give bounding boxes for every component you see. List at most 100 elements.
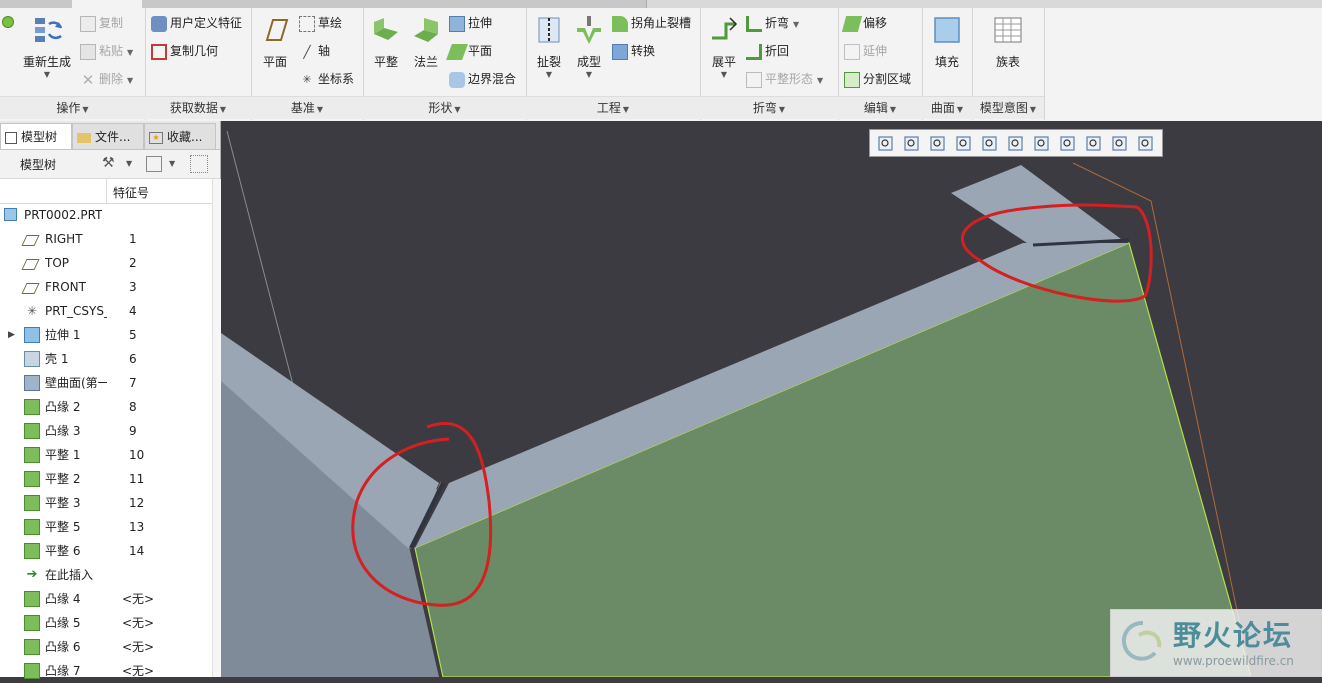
tree-row[interactable]: RIGHT 1 — [0, 227, 212, 251]
rip-button[interactable]: 扯裂 ▼ — [530, 14, 568, 80]
datum-display-icon[interactable] — [1058, 134, 1078, 154]
ribbon-tab-active[interactable] — [72, 0, 143, 8]
chevron-down-icon[interactable]: ▼ — [126, 159, 132, 168]
tree-scrollbar[interactable] — [212, 179, 221, 677]
tree-row[interactable]: 壳 1 6 — [0, 347, 212, 371]
extrude-button[interactable]: 拉伸 — [449, 12, 492, 34]
udf-button[interactable]: 用户定义特征 — [151, 12, 242, 34]
copy-button[interactable]: 复制 — [80, 12, 123, 34]
chevron-down-icon[interactable]: ▼ — [793, 20, 799, 29]
zoom-in-icon[interactable] — [902, 134, 922, 154]
graphics-window[interactable]: 野火论坛 www.proewildfire.cn — [221, 121, 1322, 677]
annotation-display-icon[interactable] — [1110, 134, 1130, 154]
repaint-icon[interactable] — [954, 134, 974, 154]
group-label-operations[interactable]: 操作 ▼ — [0, 96, 145, 119]
tree-row[interactable]: 平整 2 11 — [0, 467, 212, 491]
chevron-down-icon[interactable]: ▼ — [169, 159, 175, 168]
ribbon-tab[interactable] — [358, 0, 431, 8]
group-label-engineering[interactable]: 工程 ▼ — [526, 96, 700, 119]
show-icon[interactable] — [146, 156, 162, 172]
flat-state-label: 平整形态 — [765, 72, 814, 86]
zoom-out-icon[interactable] — [928, 134, 948, 154]
fill-button[interactable]: 填充 — [927, 14, 967, 70]
group-label-editing[interactable]: 编辑 ▼ — [838, 96, 922, 119]
plane-button[interactable]: 平面 — [255, 14, 295, 70]
axis-button[interactable]: ╱ 轴 — [299, 40, 330, 62]
family-table-button[interactable]: 族表 — [988, 14, 1028, 70]
tree-row[interactable]: 平整 3 12 — [0, 491, 212, 515]
tree-row[interactable]: 平整 6 14 — [0, 539, 212, 563]
settings-tools-icon[interactable]: ⚒ — [102, 155, 115, 171]
flat-state-button[interactable]: 平整形态 ▼ — [746, 68, 823, 90]
group-label-shapes[interactable]: 形状 ▼ — [363, 96, 526, 119]
copy-geometry-button[interactable]: 复制几何 — [151, 40, 218, 62]
tree-row[interactable]: 凸缘 3 9 — [0, 419, 212, 443]
chevron-down-icon[interactable]: ▼ — [570, 70, 608, 80]
tree-row[interactable]: TOP 2 — [0, 251, 212, 275]
tree-row[interactable]: 平整 1 10 — [0, 443, 212, 467]
planar-wall-button[interactable]: 平整 — [367, 14, 405, 70]
chevron-down-icon[interactable]: ▼ — [704, 70, 744, 80]
tree-row[interactable]: FRONT 3 — [0, 275, 212, 299]
chevron-down-icon[interactable]: ▼ — [817, 76, 823, 85]
tree-row[interactable]: ✳ PRT_CSYS_ 4 — [0, 299, 212, 323]
chevron-down-icon[interactable]: ▼ — [530, 70, 568, 80]
tree-row[interactable]: ▶ 拉伸 1 5 — [0, 323, 212, 347]
column-header-feature-id[interactable]: 特征号 — [113, 184, 149, 201]
unbend-button[interactable]: 展平 ▼ — [704, 14, 744, 80]
column-divider[interactable] — [106, 179, 107, 203]
ribbon-tab[interactable] — [574, 0, 647, 8]
chevron-down-icon[interactable]: ▼ — [127, 48, 133, 57]
group-label-bends[interactable]: 折弯 ▼ — [700, 96, 838, 119]
spin-center-icon[interactable] — [1084, 134, 1104, 154]
split-area-button[interactable]: 分割区域 — [844, 68, 911, 90]
appearance-icon[interactable] — [1136, 134, 1156, 154]
tree-row[interactable]: 壁曲面(第一 7 — [0, 371, 212, 395]
delete-button[interactable]: ✕ 删除 ▼ — [80, 68, 133, 90]
group-label-get-data[interactable]: 获取数据 ▼ — [145, 96, 251, 119]
flange-button[interactable]: 法兰 — [407, 14, 445, 70]
display-style-icon[interactable] — [980, 134, 1000, 154]
tree-row[interactable]: 凸缘 2 8 — [0, 395, 212, 419]
offset-button[interactable]: 偏移 — [841, 12, 887, 34]
tree-row[interactable]: 凸缘 5 <无> — [0, 611, 212, 635]
bend-back-button[interactable]: 折回 — [746, 40, 789, 62]
ribbon-tab[interactable] — [0, 0, 73, 8]
group-label-surfaces[interactable]: 曲面 ▼ — [922, 96, 972, 119]
group-label-model-intent[interactable]: 模型意图 ▼ — [972, 96, 1044, 119]
corner-relief-button[interactable]: 拐角止裂槽 — [612, 12, 691, 34]
regenerate-button[interactable]: 重新生成 ▼ — [18, 14, 76, 80]
csys-button[interactable]: ✳ 坐标系 — [299, 68, 354, 90]
ribbon-tab[interactable] — [502, 0, 575, 8]
ribbon-tab[interactable] — [214, 0, 287, 8]
sketch-button[interactable]: 草绘 — [299, 12, 342, 34]
unbend-label: 展平 — [711, 55, 736, 69]
ribbon-tab[interactable] — [142, 0, 215, 8]
bend-button[interactable]: 折弯 ▼ — [746, 12, 799, 34]
tab-model-tree[interactable]: 模型树 — [0, 123, 72, 149]
extend-button[interactable]: 延伸 — [844, 40, 887, 62]
view-manager-icon[interactable] — [1032, 134, 1052, 154]
ribbon-tab[interactable] — [430, 0, 503, 8]
ribbon-tab[interactable] — [286, 0, 359, 8]
tree-row[interactable]: 凸缘 7 <无> — [0, 659, 212, 683]
form-button[interactable]: 成型 ▼ — [570, 14, 608, 80]
tab-file-browser[interactable]: 文件... — [72, 123, 144, 149]
convert-button[interactable]: 转换 — [612, 40, 655, 62]
tree-row[interactable]: 平整 5 13 — [0, 515, 212, 539]
expand-icon[interactable]: ▶ — [8, 323, 15, 347]
tree-row[interactable]: 凸缘 6 <无> — [0, 635, 212, 659]
tree-filter-icon[interactable] — [190, 155, 208, 173]
tab-favorites[interactable]: ★ 收藏... — [144, 123, 216, 149]
boundary-blend-button[interactable]: 边界混合 — [449, 68, 516, 90]
refit-icon[interactable] — [876, 134, 896, 154]
tree-row[interactable]: ➔ 在此插入 — [0, 563, 212, 587]
tree-root[interactable]: PRT0002.PRT — [0, 203, 212, 227]
tree-row[interactable]: 凸缘 4 <无> — [0, 587, 212, 611]
paste-button[interactable]: 粘贴 ▼ — [80, 40, 133, 62]
saved-views-icon[interactable] — [1006, 134, 1026, 154]
chevron-down-icon[interactable]: ▼ — [127, 76, 133, 85]
group-label-datum[interactable]: 基准 ▼ — [251, 96, 363, 119]
chevron-down-icon[interactable]: ▼ — [18, 70, 76, 80]
flat-button[interactable]: 平面 — [446, 40, 492, 62]
